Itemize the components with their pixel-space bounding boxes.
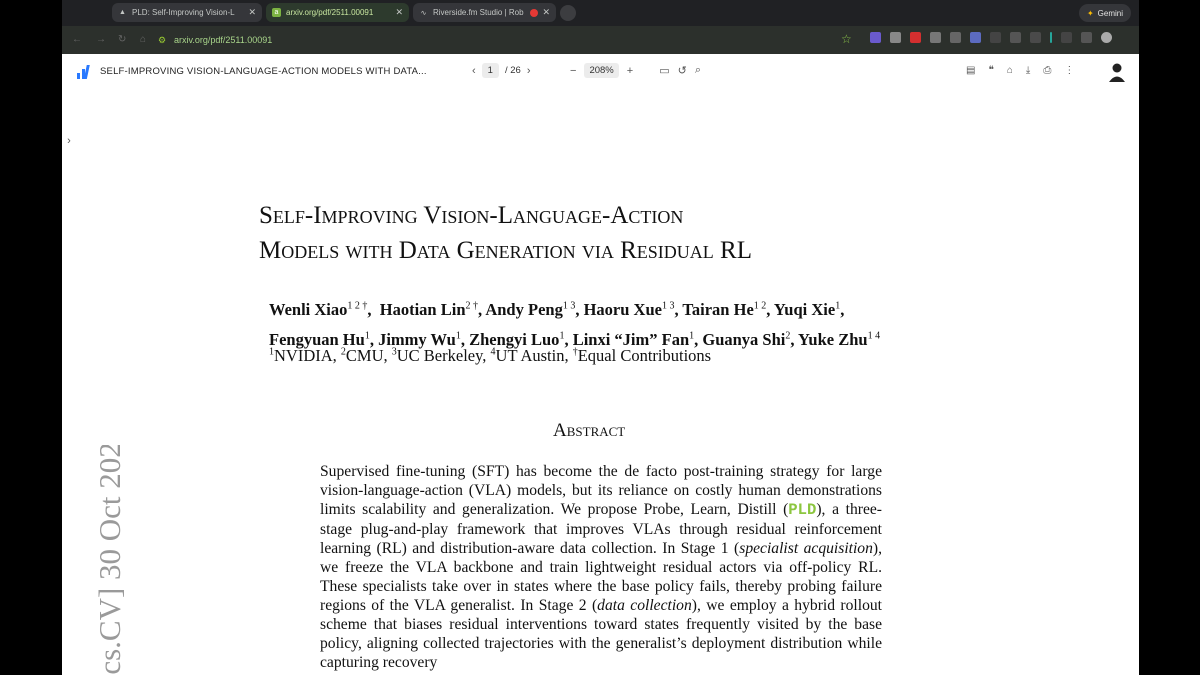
url-text: arxiv.org/pdf/2511.00091 — [174, 35, 273, 45]
url-bar[interactable]: ⚙ arxiv.org/pdf/2511.00091 — [158, 30, 878, 50]
author: Wenli Xiao1 2 †, — [269, 299, 380, 319]
chevron-left-icon[interactable]: ‹ — [472, 65, 476, 77]
triangle-icon: ▲ — [119, 9, 126, 16]
browser-window: ▲ PLD: Self-Improving Vision-L ✕ a arxiv… — [62, 0, 1139, 675]
page-number-input[interactable]: 1 — [481, 63, 499, 78]
author: Haotian Lin2 †, — [379, 299, 486, 319]
extension-icon[interactable] — [1030, 32, 1041, 43]
reload-icon[interactable]: ↻ — [118, 34, 126, 45]
address-bar-row: ← → ↻ ⌂ ⚙ arxiv.org/pdf/2511.00091 ☆ — [62, 26, 1139, 54]
search-icon[interactable]: ⌕ — [695, 64, 701, 77]
author: Haoru Xue1 3, — [583, 299, 683, 319]
gemini-label: Gemini — [1097, 8, 1123, 18]
tab-title: arxiv.org/pdf/2511.00091 — [286, 8, 374, 17]
page-navigator: ‹ 1 / 26 › — [472, 63, 531, 78]
recording-icon — [530, 8, 539, 17]
site-settings-icon[interactable]: ⚙ — [158, 35, 168, 45]
profile-icon[interactable] — [1101, 32, 1112, 43]
extension-icon[interactable] — [870, 32, 881, 43]
extension-icon[interactable] — [1050, 32, 1052, 43]
chevron-right-icon[interactable]: › — [527, 65, 531, 77]
sparkle-icon: ✦ — [1086, 8, 1094, 18]
zoom-controls: − 208% + ▭ ↺ ⌕ — [570, 63, 701, 78]
zoom-in-icon[interactable]: + — [627, 65, 633, 77]
sidebar-toggle-icon[interactable]: › — [62, 128, 76, 154]
paper-title-line-1: Self-Improving Vision-Language-Action — [259, 202, 684, 229]
author: Yuqi Xie1, — [773, 299, 845, 319]
affiliation: 4UT Austin, — [490, 346, 573, 365]
extension-icon[interactable] — [910, 32, 921, 43]
arxiv-logo-icon — [77, 65, 90, 79]
pdf-actions: ▤ ❝ ⌂ ⤓ ⎙ ⋮ — [966, 65, 1074, 76]
forward-icon[interactable]: → — [96, 34, 106, 45]
extension-icon[interactable] — [1010, 32, 1021, 43]
pdf-toolbar: SELF-IMPROVING VISION-LANGUAGE-ACTION MO… — [62, 54, 1139, 91]
close-icon[interactable]: ✕ — [395, 7, 403, 18]
tab-bar: ▲ PLD: Self-Improving Vision-L ✕ a arxiv… — [62, 0, 1139, 26]
print-icon[interactable]: ⎙ — [1043, 65, 1051, 76]
tab-title: Riverside.fm Studio | Rob — [433, 8, 524, 17]
tab-arxiv[interactable]: a arxiv.org/pdf/2511.00091 ✕ — [266, 3, 409, 22]
arxiv-stamp-text: [cs.CV] 30 Oct 2025 — [92, 445, 127, 675]
tab-title: PLD: Self-Improving Vision-L — [132, 8, 235, 17]
page-total: / 26 — [504, 65, 521, 76]
gemini-button[interactable]: ✦ Gemini — [1078, 4, 1131, 22]
extension-icon[interactable] — [990, 32, 1001, 43]
download-icon[interactable]: ⤓ — [1026, 65, 1030, 76]
affiliations: 1NVIDIA, 2CMU, 3UC Berkeley, 4UT Austin,… — [269, 346, 711, 366]
abstract-emphasis: data collection — [597, 597, 692, 614]
comment-icon[interactable]: ▤ — [966, 65, 975, 76]
affiliation: 2CMU, — [340, 346, 392, 365]
quote-icon[interactable]: ❝ — [988, 65, 993, 76]
author: Guanya Shi2, — [702, 329, 799, 349]
arxiv-icon: a — [272, 8, 281, 17]
extensions-area — [870, 32, 1112, 43]
extension-icon[interactable] — [890, 32, 901, 43]
back-icon[interactable]: ← — [72, 34, 82, 45]
extension-icon[interactable] — [1061, 32, 1072, 43]
rotate-icon[interactable]: ↺ — [678, 64, 687, 77]
home-icon[interactable]: ⌂ — [140, 34, 146, 45]
extension-icon[interactable] — [970, 32, 981, 43]
more-icon[interactable]: ⋮ — [1064, 65, 1074, 76]
pulse-icon: ∿ — [420, 9, 427, 17]
avatar[interactable] — [1108, 62, 1126, 82]
abstract-emphasis: specialist acquisition — [739, 540, 873, 557]
new-tab-button[interactable] — [560, 5, 576, 21]
paper-title-line-2: Models with Data Generation via Residual… — [259, 237, 752, 264]
extension-icon[interactable] — [950, 32, 961, 43]
abstract-heading: Abstract — [553, 420, 626, 441]
extension-icon[interactable] — [930, 32, 941, 43]
cite-icon[interactable]: ⌂ — [1007, 65, 1013, 76]
tab-pld[interactable]: ▲ PLD: Self-Improving Vision-L ✕ — [112, 3, 262, 22]
author: Andy Peng1 3, — [485, 299, 584, 319]
author-line: Wenli Xiao1 2 †, Haotian Lin2 †, Andy Pe… — [269, 293, 880, 323]
close-icon[interactable]: ✕ — [248, 7, 256, 18]
zoom-out-icon[interactable]: − — [570, 65, 576, 77]
extension-icon[interactable] — [1081, 32, 1092, 43]
arxiv-side-stamp: [cs.CV] 30 Oct 2025 — [92, 445, 127, 675]
author: Tairan He1 2, — [682, 299, 774, 319]
zoom-level[interactable]: 208% — [584, 63, 619, 78]
document-title: SELF-IMPROVING VISION-LANGUAGE-ACTION MO… — [100, 66, 427, 77]
paper-title: Self-Improving Vision-Language-Action Mo… — [259, 198, 752, 268]
affiliation: †Equal Contributions — [572, 346, 712, 365]
pdf-page: › Self-Improving Vision-Language-Action … — [62, 90, 1139, 675]
pld-link[interactable]: PLD — [788, 501, 816, 519]
affiliation: 3UC Berkeley, — [391, 346, 491, 365]
author: Yuke Zhu1 4 — [798, 329, 881, 349]
fit-page-icon[interactable]: ▭ — [659, 64, 669, 77]
affiliation: 1NVIDIA, — [269, 346, 341, 365]
tab-riverside[interactable]: ∿ Riverside.fm Studio | Rob ✕ — [413, 3, 556, 22]
bookmark-star-icon[interactable]: ☆ — [841, 32, 852, 46]
close-icon[interactable]: ✕ — [542, 7, 550, 18]
abstract-body: Supervised fine-tuning (SFT) has become … — [320, 462, 882, 672]
author-list: Wenli Xiao1 2 †, Haotian Lin2 †, Andy Pe… — [269, 293, 880, 353]
